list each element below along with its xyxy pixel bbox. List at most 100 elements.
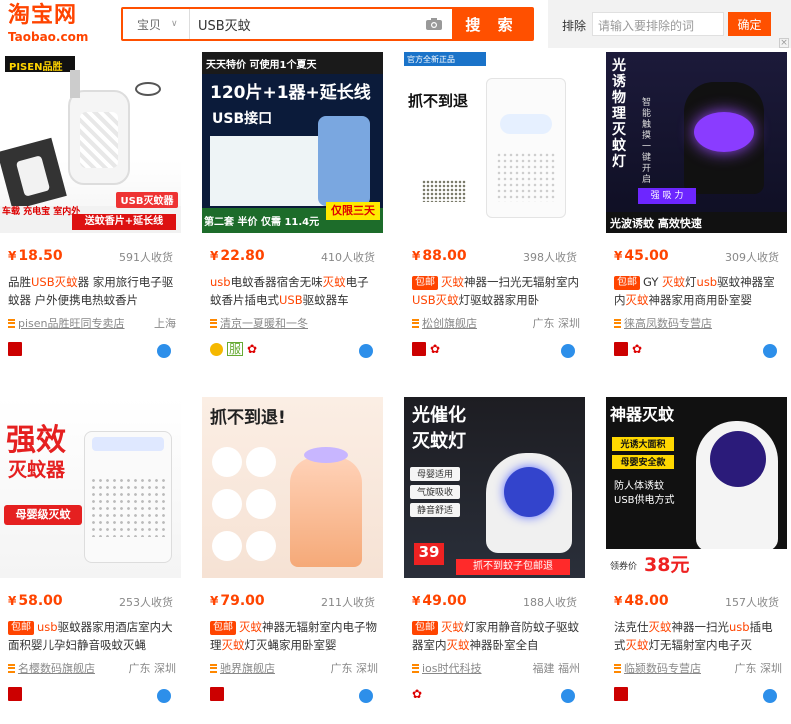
- image-caption: 抓不到退!: [210, 408, 286, 428]
- shop-name[interactable]: pisen品胜旺同专卖店: [18, 315, 125, 331]
- flower-icon[interactable]: ✿: [430, 342, 440, 356]
- shop-link[interactable]: 清京一夏暖和一冬: [210, 315, 308, 331]
- product-title[interactable]: 品胜USB灭蚊器 家用旅行电子驱蚊器 户外便携电热蚊香片: [8, 273, 176, 309]
- image-caption: 防人体诱蚊: [614, 481, 664, 492]
- flower-icon[interactable]: ✿: [632, 342, 642, 356]
- title-text[interactable]: 法克仕灭蚊神器一扫光usb插电式灭蚊灯无辐射室内电子灭: [614, 620, 773, 652]
- tmall-icon[interactable]: [412, 342, 426, 356]
- exclude-label: 排除: [562, 19, 587, 33]
- product-card[interactable]: PISEN品胜 车载 充电宝 室内外 USB灭蚊器 送蚊香片+延长线 ¥18.5…: [0, 52, 181, 372]
- wangwang-chat-icon[interactable]: [561, 689, 575, 703]
- tmall-icon[interactable]: [8, 687, 22, 701]
- image-caption: 领券价: [610, 562, 638, 572]
- search-box: 宝贝 ∨ USB灭蚊 搜 索: [121, 7, 534, 41]
- product-card[interactable]: 光催化 灭蚊灯 母婴适用 气旋吸收 静音舒适 39 抓不到蚊子包邮退 ¥49.0…: [404, 397, 585, 717]
- exclude-input[interactable]: 请输入要排除的词: [592, 12, 724, 36]
- product-card[interactable]: 官方全新正品 抓不到退 ¥88.00 398人收货 包邮 灭蚊神器一扫光无辐射室内…: [404, 52, 585, 372]
- shop-link[interactable]: ios时代科技: [412, 660, 482, 676]
- shop-name[interactable]: 清京一夏暖和一冬: [220, 315, 308, 331]
- shop-info: 名樱数码旗舰店 广东 深圳: [8, 660, 176, 676]
- shop-name[interactable]: ios时代科技: [422, 660, 482, 676]
- shop-link[interactable]: 名樱数码旗舰店: [8, 660, 95, 676]
- image-caption: 120片+1器+延长线: [210, 83, 371, 103]
- sales-count: 253人收货: [119, 596, 173, 609]
- product-title[interactable]: 包邮 灭蚊神器无辐射室内电子物理灭蚊灯灭蝇家用卧室婴: [210, 618, 378, 654]
- product-image[interactable]: 光诱物理灭蚊灯 智能触摸 一键开启 强 吸 力 光波诱蚊 高效快速: [606, 52, 787, 233]
- flower-icon[interactable]: ✿: [412, 687, 422, 701]
- title-text[interactable]: usb电蚊香器宿舍无味灭蚊电子蚊香片插电式USB驱蚊器车: [210, 275, 369, 307]
- camera-icon[interactable]: [416, 9, 452, 39]
- search-button[interactable]: 搜 索: [452, 9, 532, 39]
- product-title[interactable]: 法克仕灭蚊神器一扫光usb插电式灭蚊灯无辐射室内电子灭: [614, 618, 782, 654]
- title-text[interactable]: 品胜USB灭蚊器 家用旅行电子驱蚊器 户外便携电热蚊香片: [8, 275, 173, 307]
- service-icon[interactable]: 服: [227, 342, 244, 356]
- shop-location: 广东 深圳: [532, 317, 581, 330]
- product-title[interactable]: 包邮 usb驱蚊器家用酒店室内大面积婴儿孕妇静音吸蚊灭蝇: [8, 618, 176, 654]
- price-value: 79.00: [220, 593, 265, 609]
- image-caption: 车载 充电宝 室内外: [2, 207, 81, 217]
- currency-symbol: ¥: [412, 594, 421, 608]
- shop-link[interactable]: 临颍数码专营店: [614, 660, 701, 676]
- free-shipping-tag: 包邮: [8, 621, 34, 635]
- product-title[interactable]: 包邮 灭蚊神器一扫光无辐射室内USB灭蚊灯驱蚊器家用卧: [412, 273, 580, 309]
- image-caption: 母婴安全款: [612, 455, 674, 469]
- product-title[interactable]: 包邮 灭蚊灯家用静音防蚊子驱蚊器室内灭蚊神器卧室全自: [412, 618, 580, 654]
- sales-count: 211人收货: [321, 596, 375, 609]
- shop-name[interactable]: 名樱数码旗舰店: [18, 660, 95, 676]
- wangwang-chat-icon[interactable]: [561, 344, 575, 358]
- currency-symbol: ¥: [210, 249, 219, 263]
- tmall-icon[interactable]: [614, 342, 628, 356]
- shop-link[interactable]: 驰界旗舰店: [210, 660, 275, 676]
- product-card[interactable]: 天天特价 可使用1个夏天 120片+1器+延长线 USB接口 第二套 半价 仅需…: [202, 52, 383, 372]
- product-card[interactable]: 光诱物理灭蚊灯 智能触摸 一键开启 强 吸 力 光波诱蚊 高效快速 ¥45.00…: [606, 52, 787, 372]
- product-title[interactable]: 包邮 GY 灭蚊灯usb驱蚊神器室内灭蚊神器家用商用卧室婴: [614, 273, 782, 309]
- shop-name[interactable]: 松创旗舰店: [422, 315, 477, 331]
- product-image[interactable]: 强效 灭蚊器 母婴级灭蚊: [0, 397, 181, 578]
- wangwang-chat-icon[interactable]: [763, 344, 777, 358]
- search-input[interactable]: USB灭蚊: [190, 9, 416, 39]
- image-caption: 38元: [644, 554, 690, 576]
- exclude-confirm-button[interactable]: 确定: [728, 12, 771, 36]
- product-image[interactable]: 抓不到退!: [202, 397, 383, 578]
- shop-location: 广东 深圳: [128, 662, 177, 675]
- shop-link[interactable]: 徕高凤数码专营店: [614, 315, 712, 331]
- keyword-highlight: 灭蚊: [435, 293, 459, 307]
- image-caption: USB灭蚊器: [116, 192, 178, 208]
- sales-count: 410人收货: [321, 251, 375, 264]
- shop-link[interactable]: 松创旗舰店: [412, 315, 477, 331]
- gold-coin-icon[interactable]: [210, 342, 223, 356]
- tmall-icon[interactable]: [614, 687, 628, 701]
- product-image[interactable]: 官方全新正品 抓不到退: [404, 52, 585, 233]
- tmall-icon[interactable]: [210, 687, 224, 701]
- flower-icon[interactable]: ✿: [247, 342, 257, 356]
- shop-location: 福建 福州: [532, 662, 581, 675]
- shop-name[interactable]: 临颍数码专营店: [624, 660, 701, 676]
- tmall-icon[interactable]: [8, 342, 22, 356]
- wangwang-chat-icon[interactable]: [157, 344, 171, 358]
- product-card[interactable]: 抓不到退! ¥79.00 211人收货 包邮 灭蚊神器无辐射室内电子物理灭蚊灯灭蝇…: [202, 397, 383, 717]
- product-image[interactable]: 光催化 灭蚊灯 母婴适用 气旋吸收 静音舒适 39 抓不到蚊子包邮退: [404, 397, 585, 578]
- product-image[interactable]: 天天特价 可使用1个夏天 120片+1器+延长线 USB接口 第二套 半价 仅需…: [202, 52, 383, 233]
- product-card[interactable]: 神器灭蚊 光诱大面积 母婴安全款 防人体诱蚊 USB供电方式 领券价 38元 ¥…: [606, 397, 787, 717]
- shop-link[interactable]: pisen品胜旺同专卖店: [8, 315, 125, 331]
- shop-name[interactable]: 驰界旗舰店: [220, 660, 275, 676]
- product-card[interactable]: 强效 灭蚊器 母婴级灭蚊 ¥58.00 253人收货 包邮 usb驱蚊器家用酒店室…: [0, 397, 181, 717]
- product-image[interactable]: PISEN品胜 车载 充电宝 室内外 USB灭蚊器 送蚊香片+延长线: [0, 52, 181, 233]
- close-icon[interactable]: ×: [779, 38, 789, 48]
- wangwang-chat-icon[interactable]: [359, 689, 373, 703]
- product-price: ¥58.00: [8, 593, 63, 609]
- keyword-highlight: 灭蚊: [648, 620, 672, 634]
- taobao-logo[interactable]: 淘宝网 Taobao.com: [8, 4, 108, 46]
- shop-name[interactable]: 徕高凤数码专营店: [624, 315, 712, 331]
- product-price: ¥22.80: [210, 248, 265, 264]
- keyword-highlight: 灭蚊: [441, 620, 464, 634]
- product-title[interactable]: usb电蚊香器宿舍无味灭蚊电子蚊香片插电式USB驱蚊器车: [210, 273, 378, 309]
- wangwang-chat-icon[interactable]: [157, 689, 171, 703]
- product-price: ¥18.50: [8, 248, 63, 264]
- wangwang-chat-icon[interactable]: [359, 344, 373, 358]
- shop-icon: [8, 318, 15, 328]
- image-caption: 智能触摸 一键开启: [642, 98, 652, 185]
- product-image[interactable]: 神器灭蚊 光诱大面积 母婴安全款 防人体诱蚊 USB供电方式 领券价 38元: [606, 397, 787, 578]
- category-dropdown[interactable]: 宝贝 ∨: [123, 9, 190, 39]
- wangwang-chat-icon[interactable]: [763, 689, 777, 703]
